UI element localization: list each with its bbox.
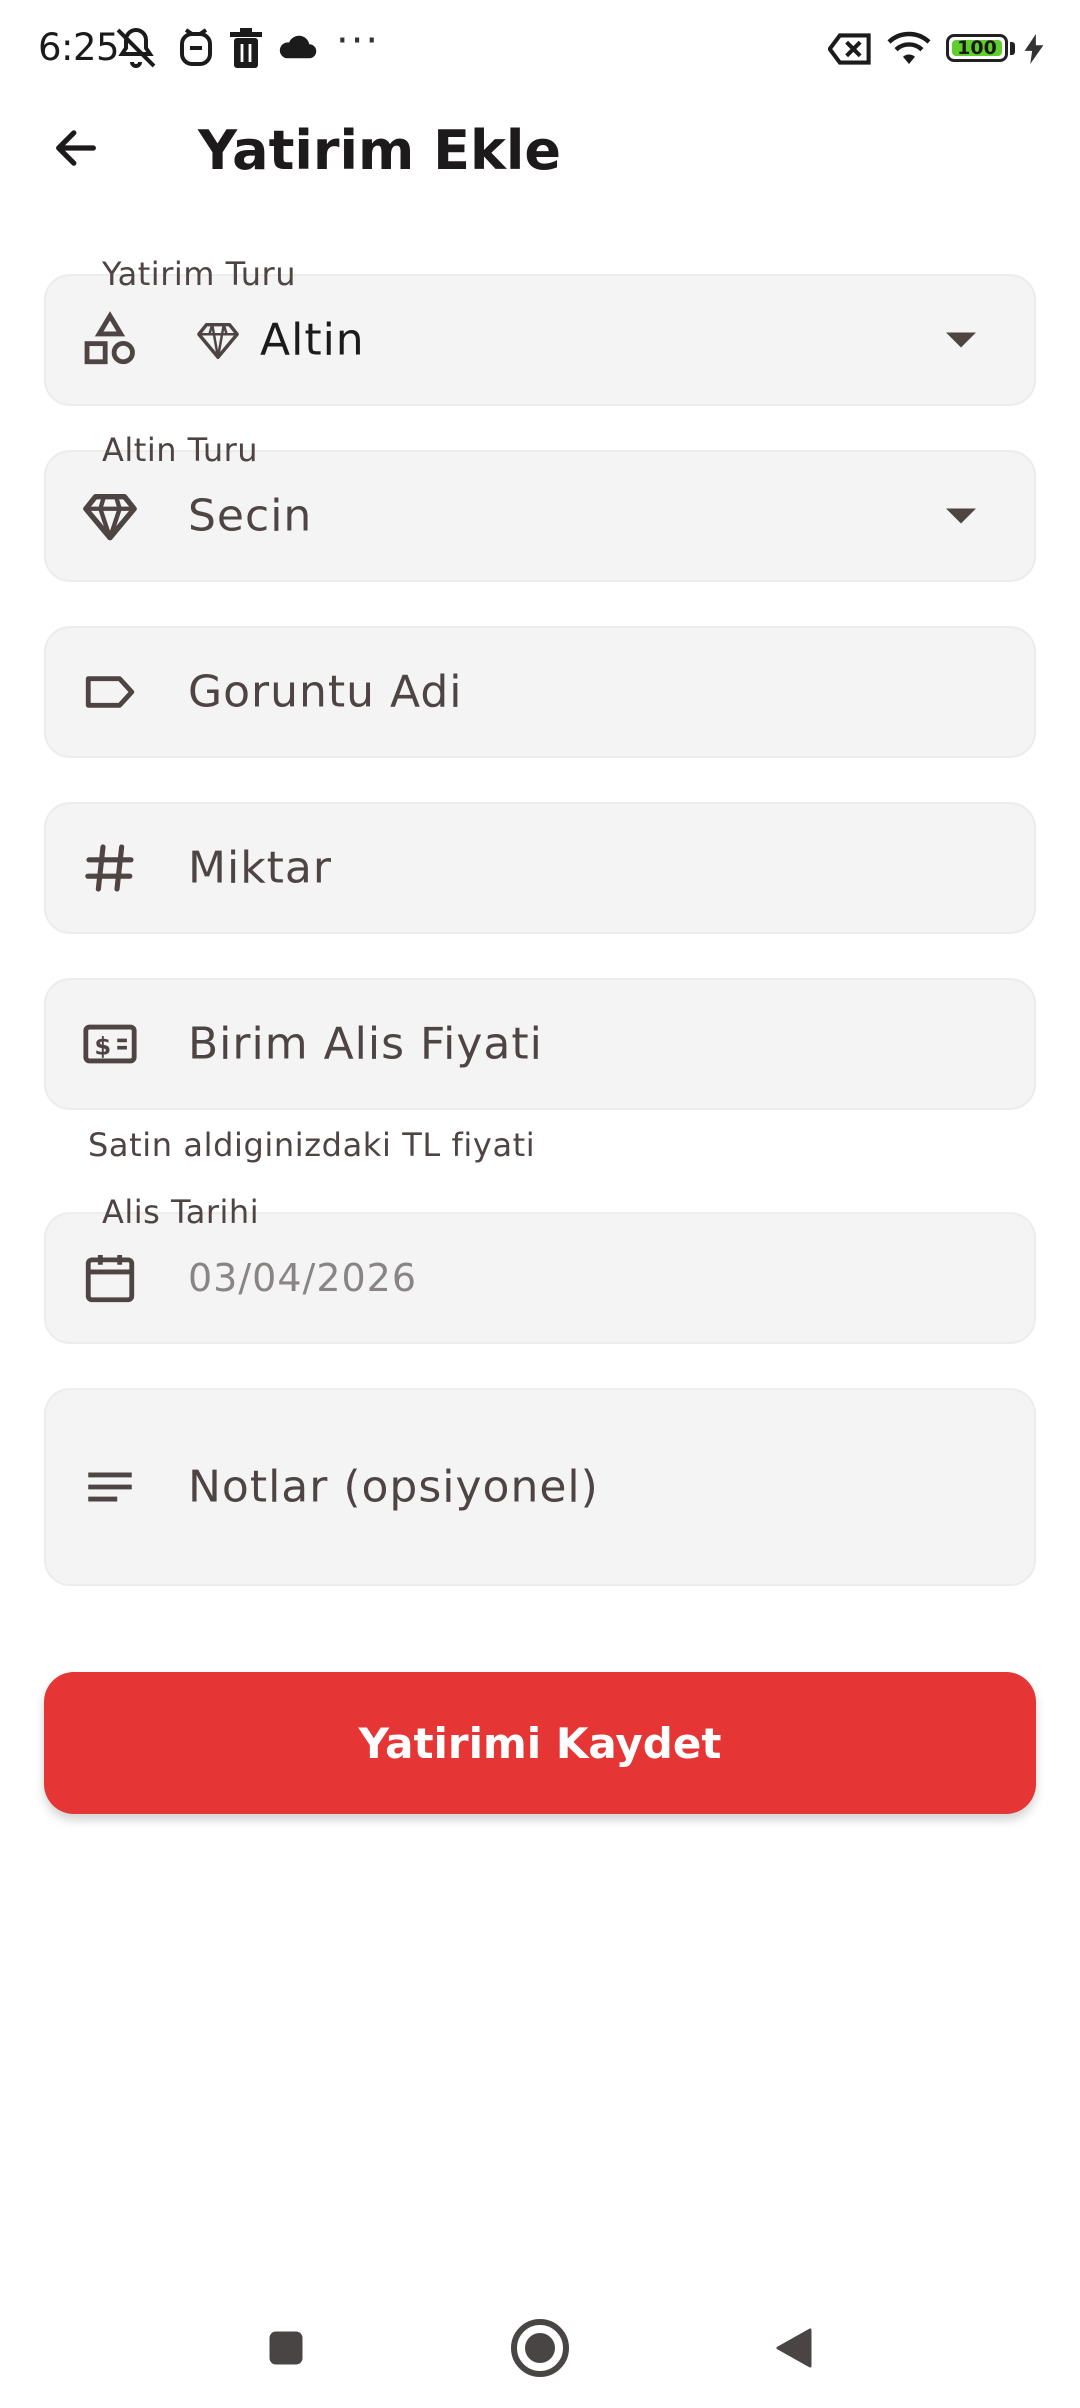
hash-icon [80,838,140,898]
page-title: Yatirim Ekle [198,119,562,182]
battery-icon: 100 [946,34,1008,62]
charging-icon [1024,34,1044,68]
wifi-icon [884,28,934,72]
calendar-icon [80,1248,140,1308]
purchase-date-value: 03/04/2026 [188,1256,418,1300]
status-time: 6:25 [38,26,120,69]
svg-text:$: $ [94,1032,111,1060]
gold-type-value: Secin [188,490,313,542]
diamond-icon [80,486,140,546]
gold-type-dropdown[interactable]: Altin Turu Secin [44,432,1036,582]
unit-price-helper: Satin aldiginizdaki TL fiyati [88,1126,536,1164]
back-triangle-icon [770,2324,818,2376]
display-name-placeholder: Goruntu Adi [188,666,463,718]
home-icon [508,2316,572,2384]
chevron-down-icon [946,332,976,348]
cloud-icon [276,30,318,66]
shapes-icon [80,310,140,370]
back-button[interactable] [44,118,108,182]
home-button[interactable] [500,2310,580,2390]
price-tag-icon: $ [80,1014,140,1074]
battery-level: 100 [957,37,997,59]
notes-lines-icon [80,1457,140,1517]
amount-input[interactable]: Miktar [44,802,1036,934]
unit-price-placeholder: Birim Alis Fiyati [188,1018,543,1070]
purchase-date-input[interactable]: Alis Tarihi 03/04/2026 [44,1194,1036,1344]
recents-button[interactable] [246,2310,326,2390]
system-back-button[interactable] [754,2310,834,2390]
amount-placeholder: Miktar [188,842,332,894]
purchase-date-label: Alis Tarihi [102,1193,260,1231]
label-tag-icon [80,662,140,722]
notifications-muted-icon [112,24,160,76]
status-overflow: ··· [336,18,381,64]
battery-tip [1010,42,1015,55]
display-name-input[interactable]: Goruntu Adi [44,626,1036,758]
chevron-down-icon [946,508,976,524]
investment-type-value: Altin [260,314,365,366]
gold-type-label: Altin Turu [102,431,259,469]
unit-price-input[interactable]: $ Birim Alis Fiyati [44,978,1036,1110]
save-investment-button[interactable]: Yatirimi Kaydet [44,1672,1036,1814]
data-off-icon [827,32,872,70]
notes-input[interactable]: Notlar (opsiyonel) [44,1388,1036,1586]
trash-icon [228,24,264,76]
recents-icon [264,2326,308,2374]
investment-type-label: Yatirim Turu [102,255,296,293]
alarm-icon [176,24,216,76]
status-bar: 6:25 ··· 100 [0,0,1080,100]
arrow-left-icon [50,122,102,178]
notes-placeholder: Notlar (opsiyonel) [188,1461,599,1513]
investment-type-dropdown[interactable]: Yatirim Turu Altin [44,256,1036,406]
gem-icon [188,310,248,370]
